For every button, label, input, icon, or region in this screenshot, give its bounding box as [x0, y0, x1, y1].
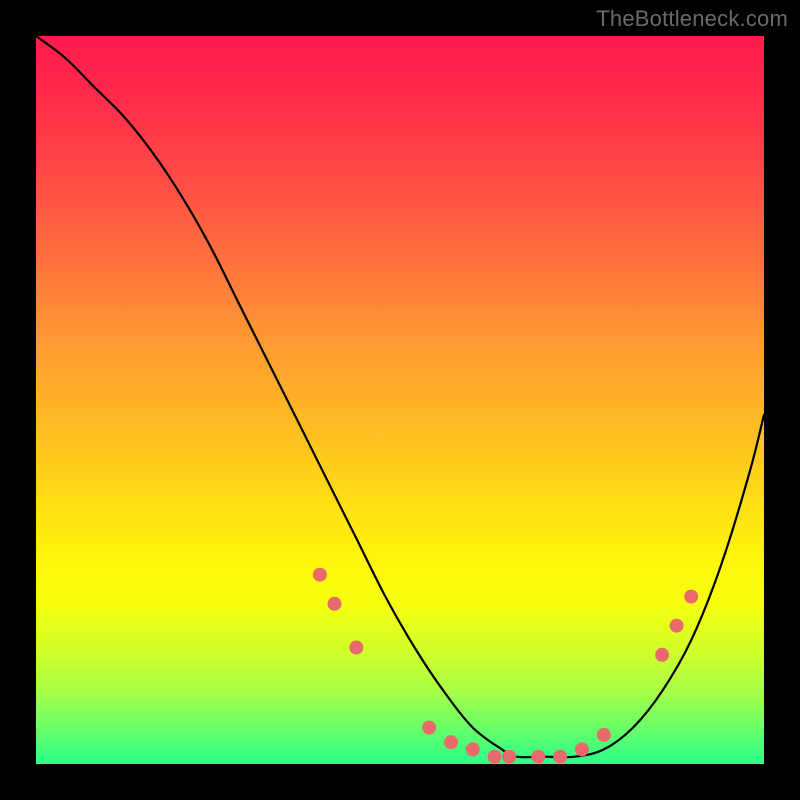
curve-marker: [488, 750, 502, 764]
curve-marker: [422, 721, 436, 735]
curve-marker: [684, 590, 698, 604]
bottleneck-curve: [36, 36, 764, 764]
curve-marker: [670, 619, 684, 633]
plot-area: [36, 36, 764, 764]
curve-marker: [502, 750, 516, 764]
watermark-text: TheBottleneck.com: [596, 6, 788, 32]
curve-marker: [349, 641, 363, 655]
curve-marker: [466, 742, 480, 756]
curve-markers: [313, 568, 698, 764]
curve-marker: [444, 735, 458, 749]
curve-path: [36, 36, 764, 757]
curve-marker: [531, 750, 545, 764]
curve-marker: [553, 750, 567, 764]
curve-marker: [655, 648, 669, 662]
curve-marker: [597, 728, 611, 742]
chart-frame: TheBottleneck.com: [0, 0, 800, 800]
curve-marker: [313, 568, 327, 582]
curve-marker: [575, 742, 589, 756]
curve-marker: [328, 597, 342, 611]
